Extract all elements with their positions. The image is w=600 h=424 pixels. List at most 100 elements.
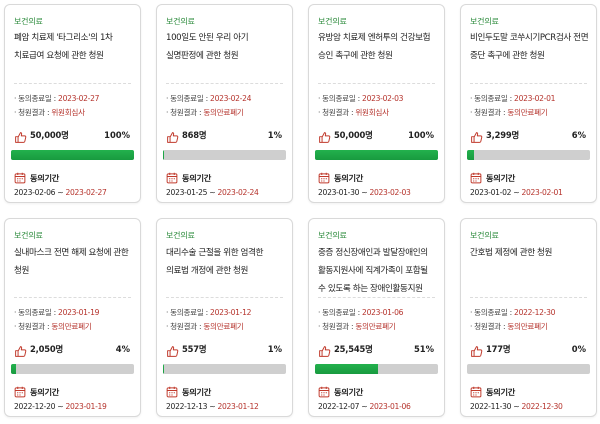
divider [14,83,131,84]
period-range: 2022-11-30 ~ 2022-12-30 [470,402,563,411]
thumbs-up-icon [318,129,331,143]
result-label: 청원결과 : [18,322,52,331]
bullet: · [14,94,17,103]
petition-card[interactable]: 보건의료중증 정신장애인과 발달장애인의 활동지원사에 직계가족이 포함될 수 … [308,218,445,417]
agreement-count: 50,000명 [30,130,69,140]
progress-bar [467,364,590,374]
petition-card[interactable]: 보건의료 대리수술 근절을 위한 엄격한 의료법 개정에 관한 청원 · 동의종료일 … [156,218,293,417]
period-heading: 동의기간 [470,386,515,398]
petition-card[interactable]: 보건의료 비인두도말 코쑤시기PCR검사 전면 중단 촉구에 관한 청원 · 동의종료… [460,4,597,203]
bullet: · [14,322,17,331]
period-end: 2023-01-06 [369,402,411,411]
bullet: · [470,108,473,117]
petition-card[interactable]: 보건의료 유방암 치료제 엔허투의 건강보험 승인 촉구에 관한 청원 · 동의종료일… [308,4,445,203]
petition-title[interactable]: 비인두도말 코쑤시기PCR검사 전면 중단 촉구에 관한 청원 [470,29,589,65]
agreement-count-row: 50,000명 100% [318,128,434,143]
result-row: · 청원결과 : 동의만료폐기 [470,107,548,118]
period-range: 2023-01-25 ~ 2023-02-24 [166,188,259,197]
petition-card[interactable]: 보건의료 100일도 안된 우리 아기 실명판정에 관한 청원 · 동의종료일 : 2… [156,4,293,203]
result-label: 청원결과 : [170,108,204,117]
period-label: 동의기간 [30,387,59,397]
agreement-percent: 0% [571,344,586,354]
period-start: 2023-01-02 [470,188,512,197]
period-end: 2023-01-12 [217,402,259,411]
petition-title[interactable]: 간호법 제정에 관한 청원 [470,244,589,262]
petition-title[interactable]: 100일도 안된 우리 아기 실명판정에 관한 청원 [166,29,285,65]
result-value: 위원회심사 [355,108,389,117]
bullet: · [14,108,17,117]
category-label: 보건의료 [470,231,499,240]
petition-title[interactable]: 폐암 치료제 '타그리소'의 1차 치료급여 요청에 관한 청원 [14,29,133,65]
period-heading: 동의기간 [318,172,363,184]
period-label: 동의기간 [334,173,363,183]
calendar-icon [318,386,330,398]
petition-card[interactable]: 보건의료폐암 치료제 '타그리소'의 1차 치료급여 요청에 관한 청원 · 동의종… [4,4,141,203]
progress-fill [467,150,475,160]
period-range: 2022-12-20 ~ 2023-01-19 [14,402,107,411]
agreement-percent: 4% [115,344,130,354]
agreement-percent: 1% [267,344,282,354]
period-label: 동의기간 [486,387,515,397]
agreement-count-row: 177명 0% [470,342,586,357]
category-label: 보건의료 [166,17,195,26]
period-start: 2022-12-07 [318,402,360,411]
period-label: 동의기간 [30,173,59,183]
calendar-icon [14,386,26,398]
period-heading: 동의기간 [470,172,515,184]
petition-title[interactable]: 유방암 치료제 엔허투의 건강보험 승인 촉구에 관한 청원 [318,29,437,65]
progress-bar [315,364,438,374]
bullet: · [166,322,169,331]
end-date-row: · 동의종료일 : 2022-12-30 [470,307,555,318]
progress-bar [467,150,590,160]
period-separator: ~ [359,188,370,197]
agreement-count-row: 3,299명 6% [470,128,586,143]
end-date-label: 동의종료일 : [474,308,515,317]
agreement-count: 177명 [486,344,511,354]
category-label: 보건의료 [14,231,43,240]
agreement-percent: 100% [104,130,130,140]
period-end: 2023-02-01 [521,188,563,197]
thumbs-up-icon [166,129,179,143]
period-end: 2023-02-03 [369,188,411,197]
end-date-label: 동의종료일 : [474,94,515,103]
progress-fill [163,364,165,374]
petition-card[interactable]: 보건의료 실내마스크 전면 해제 요청에 관한 청원 · 동의종료일 : 2023-0… [4,218,141,417]
end-date-value: 2023-01-06 [362,308,404,317]
agreement-count: 50,000명 [334,130,373,140]
bullet: · [318,308,321,317]
petition-title[interactable]: 중증 정신장애인과 발달장애인의 활동지원사에 직계가족이 포함될 수 있도록 … [318,244,437,298]
bullet: · [166,308,169,317]
bullet: · [318,108,321,117]
result-value: 동의만료폐기 [203,322,244,331]
end-date-label: 동의종료일 : [18,308,59,317]
end-date-value: 2023-02-03 [362,94,404,103]
period-start: 2023-01-30 [318,188,360,197]
end-date-label: 동의종료일 : [322,308,363,317]
petition-title[interactable]: 대리수술 근절을 위한 엄격한 의료법 개정에 관한 청원 [166,244,285,280]
end-date-row: · 동의종료일 : 2023-02-27 [14,93,99,104]
agreement-percent: 6% [571,130,586,140]
end-date-row: · 동의종료일 : 2023-02-24 [166,93,251,104]
agreement-count: 868명 [182,130,207,140]
period-heading: 동의기간 [166,386,211,398]
end-date-value: 2023-01-12 [210,308,252,317]
end-date-row: · 동의종료일 : 2023-01-06 [318,307,403,318]
period-label: 동의기간 [182,387,211,397]
result-row: · 청원결과 : 동의만료폐기 [166,107,244,118]
divider [318,83,435,84]
calendar-icon [470,386,482,398]
period-label: 동의기간 [486,173,515,183]
period-separator: ~ [55,188,66,197]
petition-title[interactable]: 실내마스크 전면 해제 요청에 관한 청원 [14,244,133,280]
result-value: 동의만료폐기 [507,108,548,117]
calendar-icon [166,172,178,184]
thumbs-up-icon [166,343,179,357]
end-date-label: 동의종료일 : [170,94,211,103]
petition-card[interactable]: 보건의료 간호법 제정에 관한 청원 · 동의종료일 : 2022-12-30 · 청원결… [460,218,597,417]
progress-bar [11,364,134,374]
category-label: 보건의료 [318,231,347,240]
agreement-count: 25,545명 [334,344,373,354]
progress-bar [163,364,286,374]
result-row: · 청원결과 : 동의만료폐기 [166,321,244,332]
category-label: 보건의료 [14,17,43,26]
